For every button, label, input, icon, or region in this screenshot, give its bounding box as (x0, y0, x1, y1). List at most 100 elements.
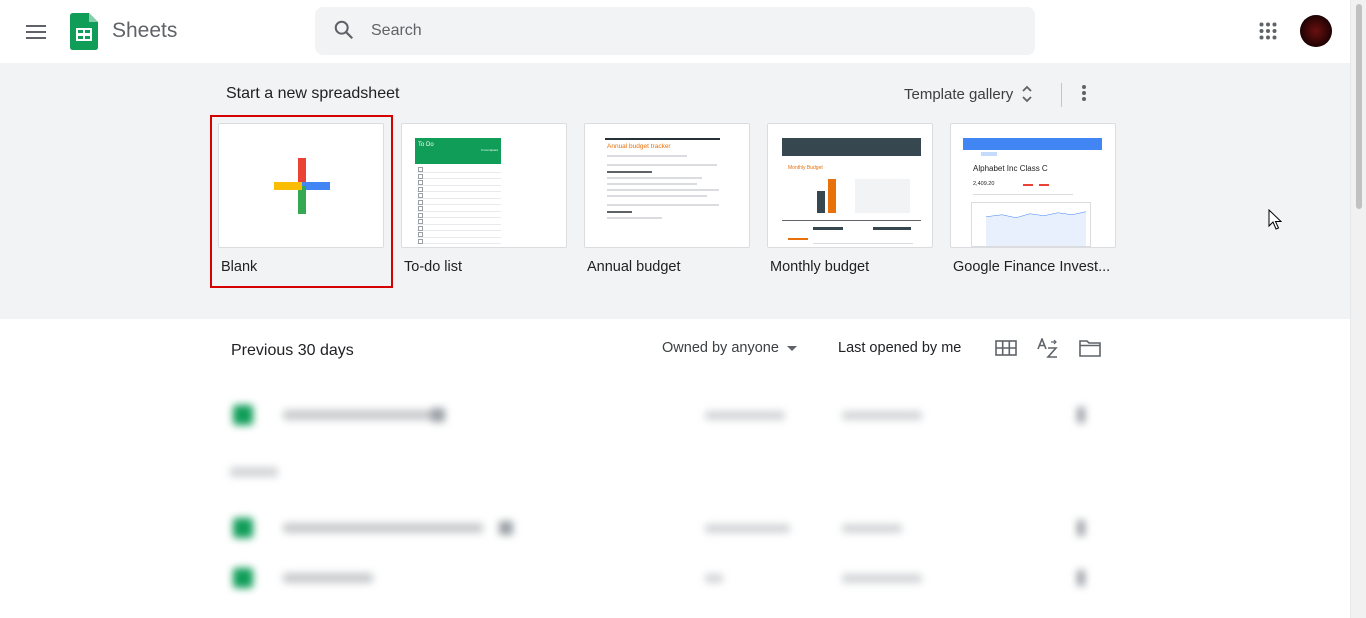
template-label-annual-budget: Annual budget (587, 259, 681, 275)
more-vert-icon[interactable] (1077, 407, 1085, 423)
template-more-button[interactable] (1070, 79, 1098, 107)
annual-thumbnail-line (607, 183, 697, 185)
monthly-thumbnail-line (813, 227, 843, 230)
finance-thumbnail-change (1023, 184, 1033, 186)
grid-view-icon (995, 340, 1017, 356)
template-label-blank: Blank (221, 259, 258, 275)
monthly-thumbnail-summary (855, 179, 910, 213)
grid-view-button[interactable] (991, 333, 1021, 363)
owner-filter-label: Owned by anyone (662, 340, 779, 356)
monthly-thumbnail-bar (817, 191, 825, 213)
annual-thumbnail-line (607, 204, 719, 206)
open-file-picker-button[interactable] (1075, 333, 1105, 363)
annual-thumbnail-line (607, 195, 707, 197)
annual-thumbnail-line (607, 211, 632, 213)
template-label-todo: To-do list (404, 259, 463, 275)
template-label-monthly-budget: Monthly budget (770, 259, 870, 275)
search-icon[interactable] (333, 19, 355, 41)
template-card-google-finance[interactable]: Alphabet Inc Class C 2,409.20 Google Fin… (950, 123, 1116, 275)
file-row[interactable] (225, 508, 1125, 548)
finance-thumbnail-title: Alphabet Inc Class C (973, 164, 1048, 173)
shared-icon (499, 521, 513, 535)
monthly-thumbnail-line (873, 227, 911, 230)
template-card-monthly-budget[interactable]: Monthly Budget Monthly budget (767, 123, 933, 275)
unfold-icon (1022, 85, 1032, 103)
monthly-thumbnail-title: Monthly Budget (788, 165, 823, 171)
sheets-home: Sheets Start a new spreadsheet Template … (0, 0, 1366, 618)
file-name-placeholder (283, 523, 483, 533)
template-label-google-finance: Google Finance Invest... (953, 259, 1111, 275)
finance-thumbnail-chart (971, 202, 1091, 247)
colorful-plus-icon (274, 158, 330, 214)
template-gallery-button[interactable]: Template gallery (898, 75, 1039, 113)
sheets-file-icon (233, 518, 253, 538)
template-divider (1061, 83, 1062, 107)
file-name-placeholder (283, 410, 443, 420)
search-input[interactable] (371, 7, 1011, 55)
earlier-section-placeholder (230, 467, 278, 477)
main-menu-button[interactable] (20, 16, 52, 48)
finance-thumbnail-price: 2,409.20 (973, 181, 995, 187)
annual-thumbnail-line (607, 155, 687, 157)
finance-thumbnail-change (1039, 184, 1049, 186)
template-card-todo[interactable]: To Do 0 Completed To-do list (401, 123, 567, 275)
annual-thumbnail-rule (605, 138, 720, 140)
annual-thumbnail-line (607, 177, 702, 179)
sheets-file-icon (233, 568, 253, 588)
annual-thumbnail-line (607, 189, 719, 191)
sheets-file-icon (233, 405, 253, 425)
more-vert-icon[interactable] (1077, 570, 1085, 586)
mouse-pointer-icon (1268, 209, 1282, 230)
todo-thumbnail-header: To Do 0 Completed (415, 138, 501, 164)
shared-icon (431, 408, 445, 422)
template-gallery-label: Template gallery (904, 85, 1014, 103)
monthly-thumbnail-line (788, 238, 808, 240)
file-row[interactable] (225, 558, 1125, 598)
finance-thumbnail-header (963, 138, 1102, 150)
sort-options-button[interactable] (1033, 333, 1063, 363)
monthly-thumbnail-line (813, 243, 913, 244)
file-row[interactable] (225, 395, 1125, 435)
more-vert-icon[interactable] (1077, 520, 1085, 536)
todo-thumbnail-title: To Do (418, 142, 434, 148)
file-date-placeholder (842, 411, 922, 420)
annual-thumbnail-line (607, 217, 662, 219)
todo-thumbnail-subtitle: 0 Completed (480, 148, 498, 152)
sort-label: Last opened by me (838, 340, 962, 356)
file-date-placeholder (842, 574, 922, 583)
monthly-thumbnail-line (782, 220, 921, 221)
annual-thumbnail-line (607, 164, 717, 166)
folder-icon (1079, 340, 1101, 357)
owner-filter-dropdown[interactable]: Owned by anyone (656, 334, 807, 362)
template-thumbnail-blank (218, 123, 384, 248)
file-date-placeholder (842, 524, 902, 533)
recent-section-title: Previous 30 days (231, 342, 354, 359)
monthly-thumbnail-header (782, 138, 921, 156)
search-bar[interactable] (315, 7, 1035, 55)
google-apps-button[interactable] (1252, 15, 1284, 47)
apps-grid-icon (1259, 22, 1277, 40)
file-owner-placeholder (705, 524, 790, 533)
dropdown-arrow-icon (786, 346, 797, 351)
template-section: Start a new spreadsheet Template gallery (0, 63, 1350, 319)
template-thumbnail-todo: To Do 0 Completed (401, 123, 567, 248)
scrollbar-thumb[interactable] (1356, 4, 1362, 209)
template-card-annual-budget[interactable]: Annual budget tracker Annual budget (584, 123, 750, 275)
template-card-blank[interactable]: Blank (218, 123, 384, 275)
monthly-thumbnail-bars (813, 179, 843, 213)
finance-trend-line-icon (985, 211, 1087, 246)
more-vert-icon (1082, 85, 1086, 101)
annual-thumbnail-line (607, 171, 652, 173)
template-thumbnail-google-finance: Alphabet Inc Class C 2,409.20 (950, 123, 1116, 248)
app-title[interactable]: Sheets (112, 19, 177, 43)
account-avatar[interactable] (1300, 15, 1332, 47)
sort-dropdown[interactable]: Last opened by me (832, 334, 967, 362)
file-owner-placeholder (705, 411, 785, 420)
template-thumbnail-monthly-budget: Monthly Budget (767, 123, 933, 248)
sort-az-icon (1037, 338, 1058, 358)
sheets-logo-icon[interactable] (70, 13, 98, 50)
finance-thumbnail-line (973, 194, 1073, 195)
monthly-thumbnail-bar (828, 179, 836, 213)
todo-thumbnail-rows (417, 166, 501, 244)
page-scrollbar[interactable] (1350, 0, 1366, 618)
